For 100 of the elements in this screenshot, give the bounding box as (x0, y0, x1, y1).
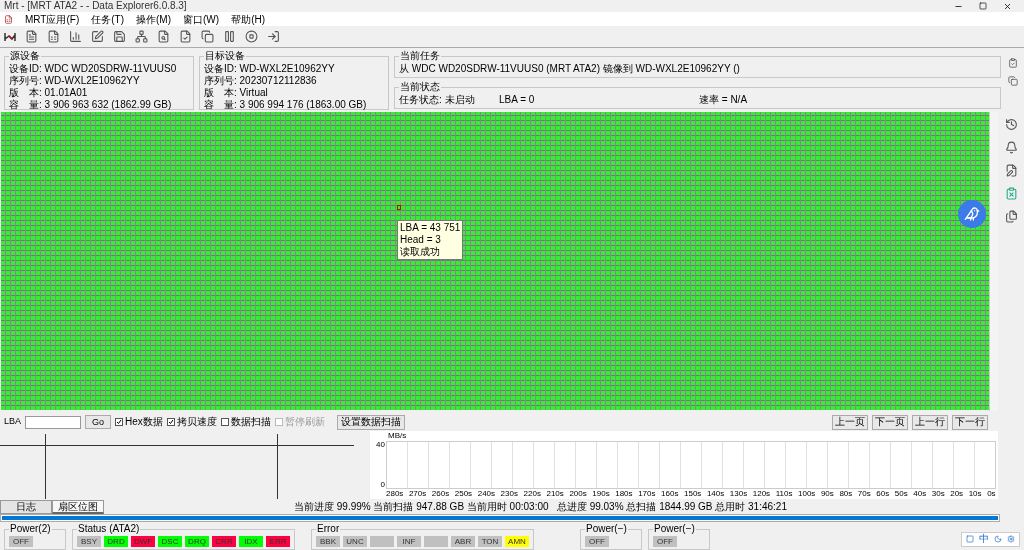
device-info: 版 本: Virtual (204, 87, 269, 99)
axis-tick: 60s (876, 489, 890, 499)
menu-item[interactable]: 帮助(H) (231, 12, 266, 26)
axis-tick: 30s (931, 489, 945, 499)
axis-tick: 40s (913, 489, 927, 499)
nav-button[interactable]: 下一行 (952, 414, 988, 430)
bird-icon (964, 206, 980, 222)
task-text: 从 WDC WD20SDRW-11VUUS0 (MRT ATA2) 镜像到 WD-WXL2E10962YY () (399, 63, 741, 75)
group-title: 当前状态 (399, 81, 441, 93)
axis-tick: 190s (592, 489, 610, 499)
rate-value: 速率 = N/A (699, 94, 748, 106)
axis-tick: 170s (638, 489, 656, 499)
tab[interactable]: 扇区位图 (52, 500, 104, 514)
axis-tick: 150s (684, 489, 702, 499)
go-button[interactable]: Go (85, 415, 112, 429)
checkbox[interactable] (166, 418, 175, 426)
nav-button[interactable]: 上一页 (832, 414, 868, 430)
axis-tick: 200s (569, 489, 587, 499)
tab[interactable]: 日志 (0, 500, 52, 514)
save-icon[interactable] (113, 30, 126, 43)
clipboard-icon[interactable] (1004, 187, 1018, 200)
task-state: 任务状态: 未启动 (399, 94, 476, 106)
lba-value: LBA = 0 (499, 94, 536, 106)
history-icon[interactable] (1004, 118, 1018, 131)
status-indicator: OFF (585, 535, 609, 547)
checkbox[interactable] (115, 418, 124, 426)
device-info: 序列号: WD-WXL2E10962YY (9, 75, 141, 87)
nav-button[interactable]: 上一行 (912, 414, 948, 430)
device-icon[interactable] (1008, 76, 1018, 86)
group-title: 当前任务 (399, 50, 441, 62)
group-title: 源设备 (9, 50, 41, 62)
tree-icon[interactable] (135, 30, 148, 43)
axis-tick: 90s (820, 489, 834, 499)
scan-button[interactable]: 设置数据扫描 (336, 414, 405, 430)
device-info: 容 量: 3 906 994 176 (1863.00 GB) (204, 99, 368, 111)
reset-icon[interactable] (1008, 58, 1018, 68)
axis-tick: 80s (839, 489, 853, 499)
status-indicator: TON (478, 535, 502, 547)
checkbox-label: 暂停刷新 (284, 416, 325, 428)
group-title: Power(2) (9, 522, 52, 535)
axis-tick: 0 (379, 481, 385, 489)
menu-item[interactable]: MRT应用(F) (25, 12, 80, 26)
device-info: 设备ID: WD-WXL2E10962YY (204, 63, 336, 75)
status-indicator: OFF (9, 535, 33, 547)
group-title: Status (ATA2) (77, 522, 141, 535)
graph-icon[interactable] (4, 31, 16, 42)
status-indicator: UNC (343, 535, 367, 547)
group-title: 目标设备 (204, 50, 246, 62)
stop-icon[interactable] (245, 30, 258, 43)
edit-icon[interactable] (91, 30, 104, 43)
lba-label: LBA (4, 415, 21, 429)
nav-button[interactable]: 下一页 (872, 414, 908, 430)
bell-icon[interactable] (1004, 141, 1018, 154)
progress-text: 当前进度 99.99% 当前扫描 947.88 GB 当前用时 00:03:00 总进度 99.03% 总扫描 1844.99 GB 总用时 31:46:21 (294, 500, 787, 514)
menu-item[interactable]: 操作(M) (136, 12, 172, 26)
axis-tick: 100s (798, 489, 816, 499)
axis-tick: 120s (752, 489, 771, 499)
axis-tick: 40 (375, 441, 385, 449)
axis-tick: 180s (615, 489, 633, 499)
device-info: 版 本: 01.01A01 (9, 87, 89, 99)
tooltip-text: 读取成功 (400, 246, 441, 258)
device-info: 设备ID: WDC WD20SDRW-11VUUS0 (9, 63, 178, 75)
menu-item[interactable]: 窗口(W) (183, 12, 220, 26)
axis-tick: 230s (500, 489, 518, 499)
status-indicator: DSC (158, 535, 182, 547)
axis-tick: 140s (706, 489, 725, 499)
device-info: 容 量: 3 906 963 632 (1862.99 GB) (9, 99, 173, 111)
status-indicator: CRR (212, 535, 236, 547)
axis-unit: MB/s (388, 431, 407, 441)
menu-item[interactable]: 任务(T) (91, 12, 125, 26)
axis-tick: 130s (729, 489, 748, 499)
axis-tick: 280s (386, 489, 404, 499)
axis-tick: 270s (408, 489, 427, 499)
checkbox[interactable] (220, 418, 229, 426)
file-edit-icon[interactable] (1004, 164, 1018, 177)
maximize-icon[interactable] (979, 1, 987, 10)
checkbox-label: Hex数据 (125, 416, 163, 428)
checkbox-label: 数据扫描 (230, 416, 271, 428)
axis-tick: 0s (987, 489, 996, 499)
lba-field[interactable] (25, 415, 81, 429)
axis-tick: 220s (523, 489, 541, 499)
copy-icon[interactable] (201, 30, 214, 43)
axis-tick: 50s (894, 489, 908, 499)
status-indicator: DWF (131, 535, 155, 547)
status-indicator: ABR (451, 535, 475, 547)
file-check-icon[interactable] (179, 30, 192, 43)
group-title: Error (316, 522, 341, 535)
pause-icon[interactable] (223, 30, 236, 43)
device-info: 序列号: 20230712112836 (204, 75, 318, 87)
status-indicator: BSY (77, 535, 101, 547)
file-search-icon[interactable] (157, 30, 170, 43)
axis-tick: 160s (661, 489, 679, 499)
close-icon[interactable] (1003, 1, 1012, 11)
axis-tick: 10s (968, 489, 982, 499)
status-indicator: DRD (104, 535, 128, 547)
axis-tick: 110s (775, 489, 793, 499)
status-indicator: AMN (505, 535, 529, 547)
bar-chart-icon[interactable] (69, 30, 82, 43)
enter-icon[interactable] (267, 30, 280, 43)
status-indicator: IDX (239, 535, 263, 547)
